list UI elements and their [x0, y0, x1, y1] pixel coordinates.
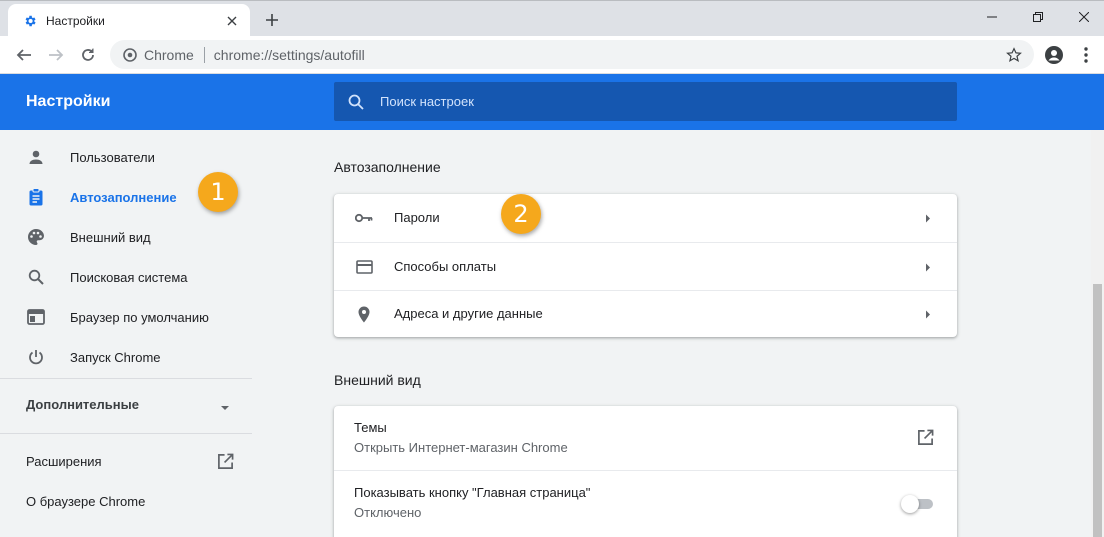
sidebar-item-people[interactable]: Пользователи [0, 137, 252, 177]
clipboard-icon [26, 187, 46, 207]
forward-button[interactable] [42, 41, 70, 69]
row-label: Пароли [394, 210, 440, 225]
sidebar-item-label: Запуск Chrome [70, 349, 161, 365]
autofill-card: Пароли Способы оплаты Адреса и другие да… [334, 194, 957, 337]
profile-button[interactable] [1040, 41, 1068, 69]
page-title: Настройки [26, 93, 111, 110]
external-link-icon[interactable] [917, 429, 935, 447]
appearance-section-title: Внешний вид [334, 372, 421, 388]
plus-icon [266, 14, 278, 26]
tab-title: Настройки [46, 13, 105, 28]
sidebar-item-appearance[interactable]: Внешний вид [0, 217, 252, 257]
restore-icon [1033, 12, 1043, 22]
sidebar-divider [0, 378, 252, 379]
reload-icon [82, 48, 94, 61]
scrollbar[interactable] [1091, 130, 1104, 537]
sidebar-item-on-startup[interactable]: Запуск Chrome [0, 337, 252, 377]
arrow-right-icon [49, 49, 64, 61]
addresses-row[interactable]: Адреса и другие данные [334, 291, 957, 337]
sidebar-item-label: Браузер по умолчанию [70, 309, 209, 325]
browser-tab[interactable]: Настройки [8, 4, 250, 37]
passwords-row[interactable]: Пароли [334, 194, 957, 242]
new-tab-button[interactable] [262, 10, 282, 30]
address-bar[interactable]: Chrome chrome://settings/autofill [110, 40, 1034, 69]
sidebar-divider [0, 433, 252, 434]
toggle-knob [901, 495, 919, 513]
home-button-subtitle: Отключено [354, 505, 422, 520]
browser-icon [26, 307, 46, 327]
arrow-right-icon [923, 213, 933, 223]
autofill-section-title: Автозаполнение [334, 159, 441, 175]
scrollbar-thumb[interactable] [1093, 284, 1102, 537]
sidebar-item-default-browser[interactable]: Браузер по умолчанию [0, 297, 252, 337]
home-button-row[interactable]: Показывать кнопку "Главная страница" Отк… [334, 471, 957, 537]
palette-icon [26, 227, 46, 247]
row-label: Адреса и другие данные [394, 306, 543, 321]
minimize-icon [987, 16, 997, 18]
reload-button[interactable] [74, 41, 102, 69]
settings-search[interactable] [334, 82, 957, 121]
url-text[interactable]: chrome://settings/autofill [214, 47, 1002, 63]
star-icon[interactable] [1002, 43, 1026, 67]
account-icon [1045, 46, 1063, 64]
sidebar-item-label: Поисковая система [70, 269, 188, 285]
power-icon [26, 347, 46, 367]
omnibox-chip: Chrome [144, 46, 194, 63]
themes-row[interactable]: Темы Открыть Интернет-магазин Chrome [334, 406, 957, 470]
menu-button[interactable] [1072, 41, 1100, 69]
home-button-toggle[interactable] [901, 495, 933, 513]
person-icon [26, 147, 46, 167]
settings-header: Настройки [0, 74, 1104, 130]
advanced-toggle[interactable]: Дополнительные [26, 397, 139, 412]
location-pin-icon [354, 304, 374, 324]
minimize-button[interactable] [969, 1, 1015, 33]
omnibox-separator [203, 46, 205, 63]
payment-methods-row[interactable]: Способы оплаты [334, 243, 957, 291]
credit-card-icon [354, 257, 374, 277]
search-icon [346, 92, 366, 112]
themes-subtitle: Открыть Интернет-магазин Chrome [354, 440, 568, 455]
sidebar-item-label: Пользователи [70, 149, 155, 165]
close-window-button[interactable] [1061, 1, 1104, 33]
sidebar-item-search-engine[interactable]: Поисковая система [0, 257, 252, 297]
chevron-down-icon[interactable] [220, 400, 230, 410]
arrow-left-icon [16, 49, 31, 61]
browser-toolbar: Chrome chrome://settings/autofill [0, 36, 1104, 74]
themes-title: Темы [354, 420, 387, 435]
annotation-badge-1: 1 [198, 172, 238, 212]
gear-icon [22, 13, 38, 29]
restore-button[interactable] [1015, 1, 1061, 33]
close-window-icon [1079, 12, 1089, 22]
home-button-title: Показывать кнопку "Главная страница" [354, 485, 591, 500]
appearance-card: Темы Открыть Интернет-магазин Chrome Пок… [334, 406, 957, 537]
tab-strip: Настройки [0, 0, 1104, 37]
arrow-right-icon [923, 262, 933, 272]
search-icon [26, 267, 46, 287]
back-button[interactable] [10, 41, 38, 69]
row-label: Способы оплаты [394, 259, 497, 274]
extensions-link[interactable]: Расширения [26, 454, 102, 469]
about-chrome-link[interactable]: О браузере Chrome [26, 494, 145, 509]
annotation-badge-2: 2 [501, 194, 541, 234]
sidebar-item-label: Внешний вид [70, 229, 151, 245]
more-vertical-icon [1084, 47, 1088, 63]
key-icon [354, 208, 374, 228]
external-link-icon[interactable] [217, 453, 235, 471]
search-input[interactable] [380, 94, 880, 109]
sidebar-item-label: Автозаполнение [70, 189, 177, 205]
close-icon[interactable] [224, 13, 240, 29]
arrow-right-icon [923, 309, 933, 319]
chrome-logo-icon [122, 47, 138, 63]
